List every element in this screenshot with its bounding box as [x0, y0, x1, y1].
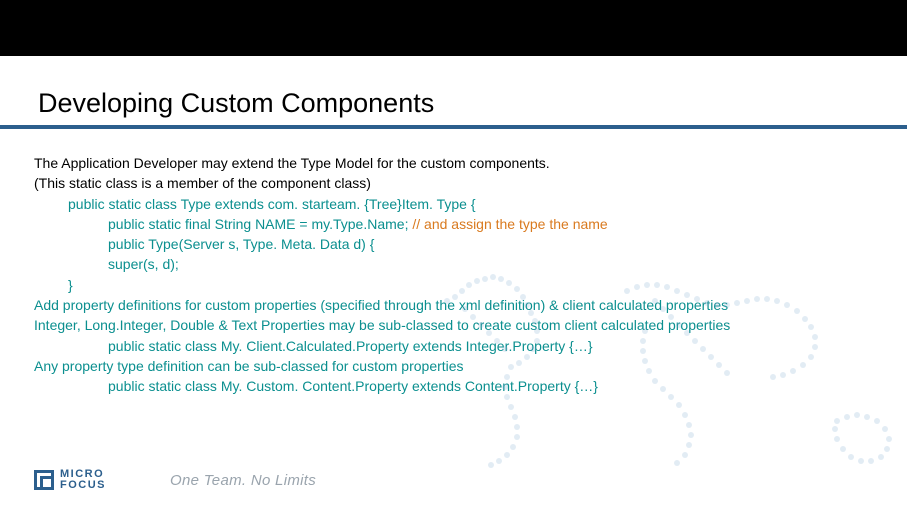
top-black-bar	[0, 0, 907, 56]
code-line: public static class Type extends com. st…	[34, 194, 881, 214]
code-comment: // and assign the type the name	[412, 216, 607, 232]
footer: MICRO FOCUS One Team. No Limits	[34, 469, 316, 491]
logo: MICRO FOCUS	[34, 469, 106, 491]
logo-line2: FOCUS	[60, 480, 106, 491]
body-line: (This static class is a member of the co…	[34, 173, 881, 193]
body-line: Any property type definition can be sub-…	[34, 356, 881, 376]
body-line: Integer, Long.Integer, Double & Text Pro…	[34, 315, 881, 335]
code-fragment: public static final String NAME = my.Typ…	[108, 216, 412, 232]
logo-text: MICRO FOCUS	[60, 469, 106, 491]
code-line: public static class My. Client.Calculate…	[34, 336, 881, 356]
tagline: One Team. No Limits	[170, 472, 316, 489]
code-line: super(s, d);	[34, 254, 881, 274]
code-line: }	[34, 275, 881, 295]
code-line: public static class My. Custom. Content.…	[34, 376, 881, 396]
body-line: The Application Developer may extend the…	[34, 153, 881, 173]
code-line: public Type(Server s, Type. Meta. Data d…	[34, 234, 881, 254]
logo-mark-icon	[34, 470, 54, 490]
body-line: Add property definitions for custom prop…	[34, 295, 881, 315]
slide: Developing Custom Components The Applica…	[0, 0, 907, 511]
slide-body: The Application Developer may extend the…	[0, 153, 907, 397]
code-line: public static final String NAME = my.Typ…	[34, 214, 881, 234]
